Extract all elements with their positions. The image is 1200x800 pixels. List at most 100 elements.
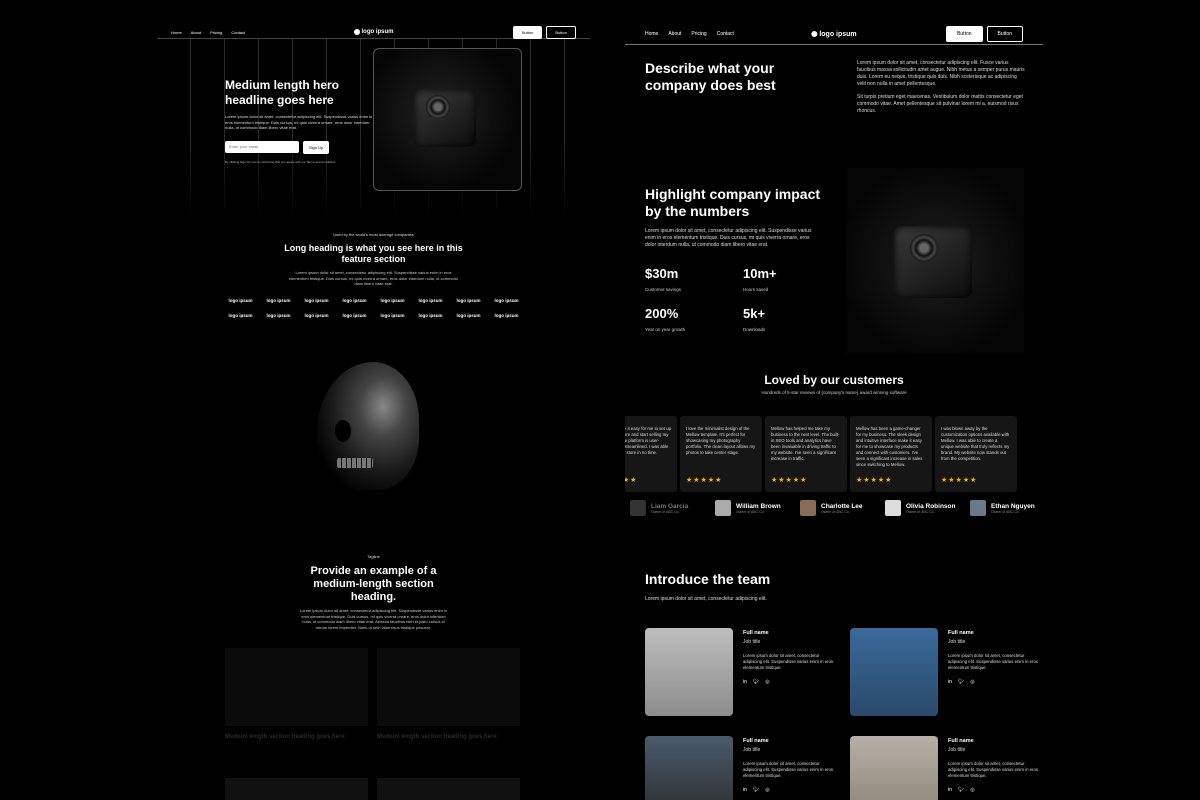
testimonial-quote: Mellow has been a game-changer for my bu… — [856, 426, 923, 467]
logo-item: logo ipsum — [228, 313, 253, 318]
nav-link-pricing[interactable]: Pricing — [691, 31, 706, 37]
rating-stars: ★★★★★ — [686, 477, 723, 484]
member-bio: Lorem ipsum dolor sit amet, consectetur … — [948, 653, 1039, 670]
nav-link-contact[interactable]: Contact — [717, 31, 734, 37]
section-body: Lorem ipsum dolor sit amet, consectetur … — [299, 608, 448, 630]
twitter-icon[interactable]: 🐦︎ — [958, 787, 964, 793]
author-role: Owner of ABC Co. — [736, 509, 765, 514]
terms-text: By clicking Sign Up you're confirming th… — [225, 159, 337, 164]
signup-button[interactable]: Sign Up — [303, 140, 330, 154]
logo-strip-1: logo ipsum logo ipsum logo ipsum logo ip… — [157, 298, 590, 303]
stat-item: 5k+ Downloads — [743, 306, 765, 332]
twitter-icon[interactable]: 🐦︎ — [753, 787, 759, 793]
team-photo — [645, 736, 733, 800]
hero-camera-image — [373, 48, 522, 191]
rating-stars: ★★★★★ — [941, 477, 978, 484]
nav-primary-button[interactable]: Button — [512, 25, 543, 39]
describe-text: Lorem ipsum dolor sit amet, consectetur … — [857, 60, 1027, 115]
feature-card-image — [377, 778, 520, 800]
logo-item: logo ipsum — [228, 298, 253, 303]
stat-label: Customer savings — [645, 287, 682, 292]
twitter-icon[interactable]: 🐦︎ — [753, 679, 759, 685]
section-heading: Provide an example of a medium-length se… — [310, 565, 437, 603]
section-tagline: Tagline — [367, 554, 380, 559]
testimonial-card: I love the minimalist design of the Mell… — [680, 416, 762, 492]
email-input[interactable] — [225, 140, 299, 153]
author-item: Olivia Robinson Owner of ABC Co. — [885, 500, 970, 516]
testimonials-heading: Loved by our customers — [764, 373, 904, 387]
nav-link-contact[interactable]: Contact — [231, 30, 245, 35]
team-member: Full name Job title Lorem ipsum dolor si… — [948, 630, 1043, 685]
signup-form: Sign Up — [225, 140, 375, 154]
logo-item: logo ipsum — [380, 313, 405, 318]
testimonial-quote: I love the minimalist design of the Mell… — [686, 426, 756, 455]
feature-card-heading: Medium length section heading goes here — [225, 734, 345, 740]
feature-heading: Long heading is what you see here in thi… — [284, 243, 463, 264]
linkedin-icon[interactable]: in — [743, 787, 747, 793]
nav-secondary-button[interactable]: Button — [546, 25, 576, 39]
nav-link-pricing[interactable]: Pricing — [210, 30, 222, 35]
rating-stars: ★★★★★ — [771, 477, 808, 484]
nav-secondary-button[interactable]: Button — [986, 26, 1023, 42]
stat-value: $30m — [645, 266, 679, 281]
logo-item: logo ipsum — [266, 298, 291, 303]
author-item: William Brown Owner of ABC Co. — [715, 500, 800, 516]
author-role: Owner of ABC Co. — [906, 509, 935, 514]
testimonial-quote: Mellow made it easy for me to set up my … — [625, 426, 671, 455]
testimonial-quote: Mellow has helped me take my business to… — [771, 426, 840, 461]
linkedin-icon[interactable]: in — [743, 679, 747, 685]
nav-link-about[interactable]: About — [191, 30, 201, 35]
linkedin-icon[interactable]: in — [948, 787, 952, 793]
testimonial-carousel[interactable]: Mellow made it easy for me to set up my … — [625, 416, 1017, 492]
impact-body: Lorem ipsum dolor sit amet, consectetur … — [645, 228, 812, 248]
dribbble-icon[interactable]: ◎ — [970, 679, 974, 685]
logo-item: logo ipsum — [418, 313, 443, 318]
dribbble-icon[interactable]: ◎ — [765, 679, 769, 685]
nav-primary-button[interactable]: Button — [946, 26, 983, 42]
skull-eye — [335, 420, 351, 442]
logo-item: logo ipsum — [266, 313, 291, 318]
team-subheading: Lorem ipsum dolor sit amet, consectetur … — [645, 596, 767, 602]
author-name: Charlotte Lee — [821, 502, 863, 510]
nav-link-home[interactable]: Home — [171, 30, 182, 35]
stat-label: Downloads — [743, 327, 766, 332]
member-bio: Lorem ipsum dolor sit amet, consectetur … — [743, 653, 834, 670]
member-bio: Lorem ipsum dolor sit amet, consectetur … — [743, 761, 834, 778]
skull-teeth — [337, 458, 373, 468]
stat-label: Year on year growth — [645, 327, 686, 332]
member-name: Full name — [948, 630, 974, 636]
feature-card-heading: Medium length section heading goes here — [377, 734, 497, 740]
logo-mark-icon — [353, 29, 360, 35]
nav-link-about[interactable]: About — [668, 31, 681, 37]
member-bio: Lorem ipsum dolor sit amet, consectetur … — [948, 761, 1039, 778]
avatar — [885, 500, 901, 516]
dribbble-icon[interactable]: ◎ — [765, 787, 769, 793]
testimonial-card: Mellow has helped me take my business to… — [765, 416, 847, 492]
testimonials-subheading: Hundreds of 5-star reviews of {company's… — [761, 390, 907, 395]
team-member: Full name Job title Lorem ipsum dolor si… — [948, 738, 1043, 793]
testimonial-authors: Liam Garcia Owner of ABC Co. William Brow… — [630, 500, 1043, 516]
testimonial-card: Mellow made it easy for me to set up my … — [625, 416, 677, 492]
testimonial-card: Mellow has been a game-changer for my bu… — [850, 416, 932, 492]
testimonial-card: I was blown away by the customization op… — [935, 416, 1017, 492]
member-name: Full name — [948, 738, 974, 744]
linkedin-icon[interactable]: in — [948, 679, 952, 685]
logo[interactable]: logo ipsum — [353, 29, 394, 35]
logo-item: logo ipsum — [380, 298, 405, 303]
nav-links: Home About Pricing Contact — [171, 30, 245, 35]
nav-link-home[interactable]: Home — [645, 31, 658, 37]
logo[interactable]: logo ipsum — [811, 31, 857, 38]
dribbble-icon[interactable]: ◎ — [970, 787, 974, 793]
stat-value: 10m+ — [743, 266, 777, 281]
avatar — [630, 500, 646, 516]
avatar — [970, 500, 986, 516]
nav-divider — [625, 44, 1043, 45]
twitter-icon[interactable]: 🐦︎ — [958, 679, 964, 685]
author-name: Liam Garcia — [651, 502, 689, 510]
describe-paragraph: Sit turpis pretium eget maecenas. Vestib… — [857, 94, 1023, 114]
top-nav: Home About Pricing Contact logo ipsum Bu… — [625, 26, 1043, 42]
author-role: Owner of ABC Co. — [821, 509, 850, 514]
logo-item: logo ipsum — [456, 298, 481, 303]
hero-text: Medium length hero headline goes here Lo… — [225, 78, 375, 164]
logo-mark-icon — [811, 31, 818, 37]
